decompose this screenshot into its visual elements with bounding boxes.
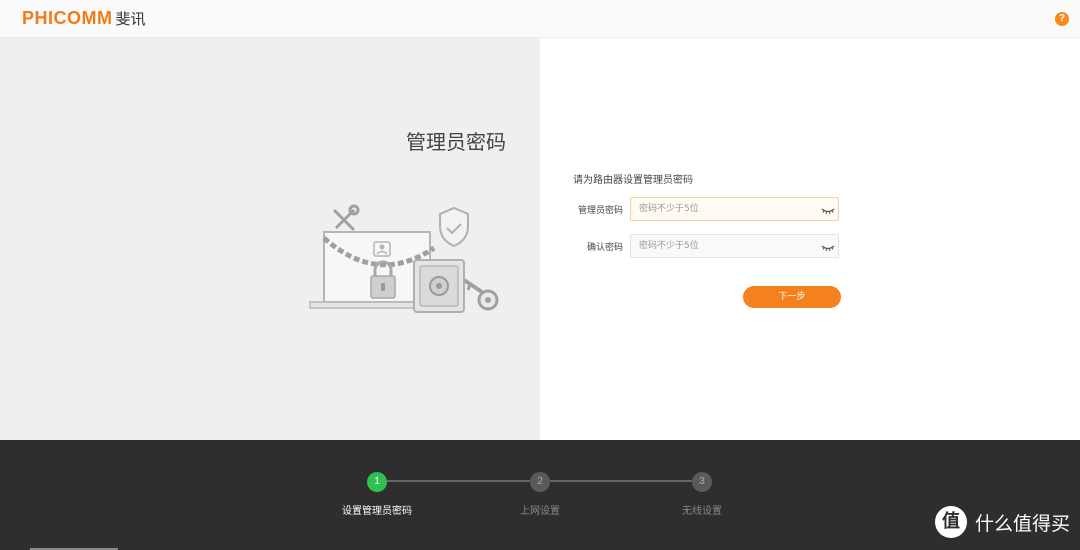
step-2-dot: 2 — [530, 472, 550, 492]
admin-password-field-box — [630, 197, 839, 221]
help-icon[interactable]: ? — [1055, 12, 1069, 26]
smzdm-watermark: 值 什么值得买 — [934, 506, 1070, 538]
form-description: 请为路由器设置管理员密码 — [573, 175, 693, 186]
confirm-password-field-box — [630, 234, 839, 258]
confirm-password-row: 确认密码 — [540, 234, 1080, 258]
step-3-dot: 3 — [692, 472, 712, 492]
step-connector — [387, 480, 530, 482]
logo-en-text: PHICOMM — [22, 8, 113, 28]
admin-password-label: 管理员密码 — [577, 206, 623, 216]
top-header: PHICOMM 斐讯 ? — [0, 0, 1080, 38]
next-button[interactable]: 下一步 — [743, 286, 841, 308]
admin-password-input[interactable] — [639, 201, 809, 217]
password-form: 请为路由器设置管理员密码 管理员密码 确认密码 下一步 — [540, 38, 1080, 440]
watermark-text: 什么值得买 — [974, 512, 1070, 535]
admin-password-row: 管理员密码 — [540, 197, 1080, 221]
step-1-label: 设置管理员密码 — [342, 506, 412, 517]
eye-closed-icon[interactable] — [821, 202, 835, 216]
step-connector — [550, 480, 692, 482]
confirm-password-input[interactable] — [639, 238, 809, 254]
step-3-label: 无线设置 — [682, 506, 722, 517]
step-1-dot: 1 — [367, 472, 387, 492]
logo-cn-text: 斐讯 — [115, 10, 146, 28]
phicomm-logo[interactable]: PHICOMM 斐讯 — [22, 8, 146, 29]
eye-closed-icon[interactable] — [821, 239, 835, 253]
page-title: 管理员密码 — [406, 130, 506, 154]
router-lock-illustration — [308, 168, 504, 322]
step-2-label: 上网设置 — [520, 506, 560, 517]
setup-progress-footer: 1 2 3 设置管理员密码 上网设置 无线设置 值 什么值得买 — [0, 440, 1080, 550]
watermark-logo-icon: 值 — [934, 506, 967, 538]
confirm-password-label: 确认密码 — [586, 243, 623, 253]
